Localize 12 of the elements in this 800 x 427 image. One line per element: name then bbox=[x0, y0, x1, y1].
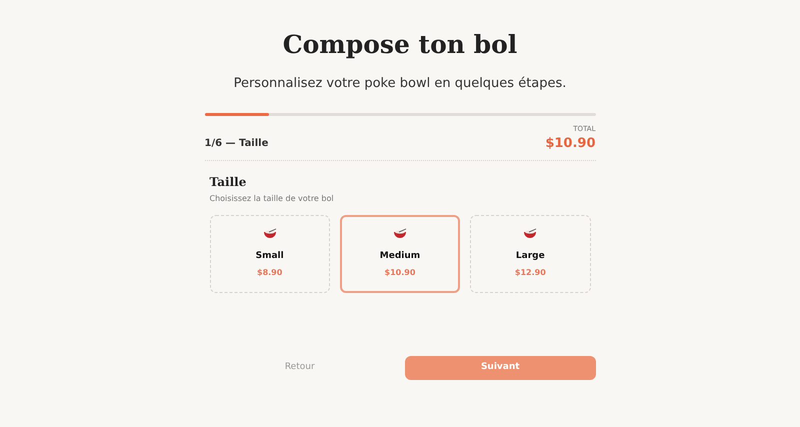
bowl-icon bbox=[262, 228, 277, 240]
bowl-icon bbox=[523, 228, 538, 240]
size-option-card[interactable]: Small $8.90 bbox=[210, 214, 330, 292]
bowl-icon bbox=[392, 228, 407, 240]
subtitle: Personnalisez votre poke bowl en quelques étapes. bbox=[234, 75, 566, 93]
section-hint: Choisissez la taille de votre bol bbox=[210, 192, 335, 204]
total-price: $10.90 bbox=[545, 135, 596, 153]
size-option-card[interactable]: Medium $10.90 bbox=[340, 214, 460, 292]
page-title: Compose ton bol bbox=[282, 29, 518, 61]
section-title: Taille bbox=[210, 174, 248, 190]
size-option-card[interactable]: Large $12.90 bbox=[470, 214, 590, 292]
step-indicator: 1/6 — Taille bbox=[204, 136, 268, 150]
